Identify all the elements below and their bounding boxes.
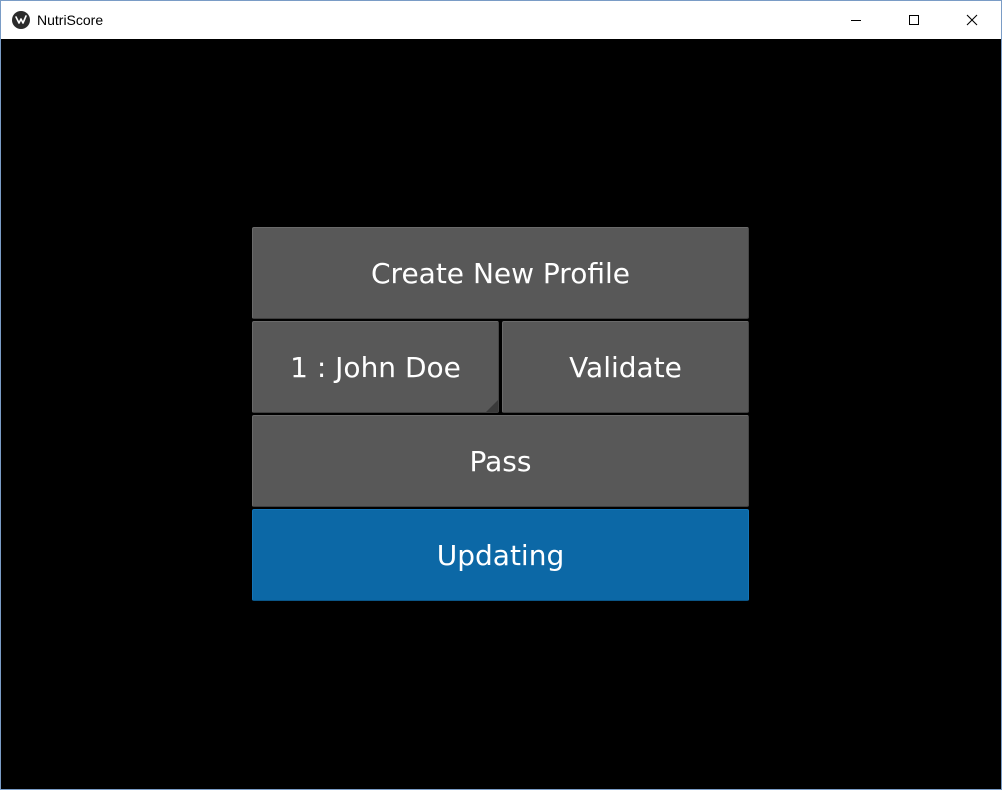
- close-icon: [966, 14, 978, 26]
- minimize-icon: [851, 20, 861, 21]
- kivy-logo-icon: [12, 11, 30, 29]
- dropdown-corner-icon: [486, 400, 498, 412]
- window-title: NutriScore: [37, 12, 104, 28]
- maximize-button[interactable]: [885, 1, 943, 39]
- updating-button[interactable]: Updating: [252, 509, 749, 601]
- close-button[interactable]: [943, 1, 1001, 39]
- profile-spinner-value: 1 : John Doe: [290, 350, 461, 384]
- create-new-profile-label: Create New Profile: [371, 256, 630, 290]
- profile-spinner[interactable]: 1 : John Doe: [252, 321, 499, 413]
- title-bar[interactable]: NutriScore: [1, 1, 1001, 39]
- create-new-profile-button[interactable]: Create New Profile: [252, 227, 749, 319]
- updating-label: Updating: [436, 538, 565, 572]
- app-window: NutriScore Create New Profile 1 : John D…: [0, 0, 1002, 790]
- maximize-icon: [909, 15, 919, 25]
- validate-button[interactable]: Validate: [502, 321, 749, 413]
- pass-label: Pass: [469, 444, 532, 478]
- main-content: Create New Profile 1 : John Doe Validate…: [1, 39, 1001, 789]
- pass-button[interactable]: Pass: [252, 415, 749, 507]
- validate-label: Validate: [569, 350, 682, 384]
- minimize-button[interactable]: [827, 1, 885, 39]
